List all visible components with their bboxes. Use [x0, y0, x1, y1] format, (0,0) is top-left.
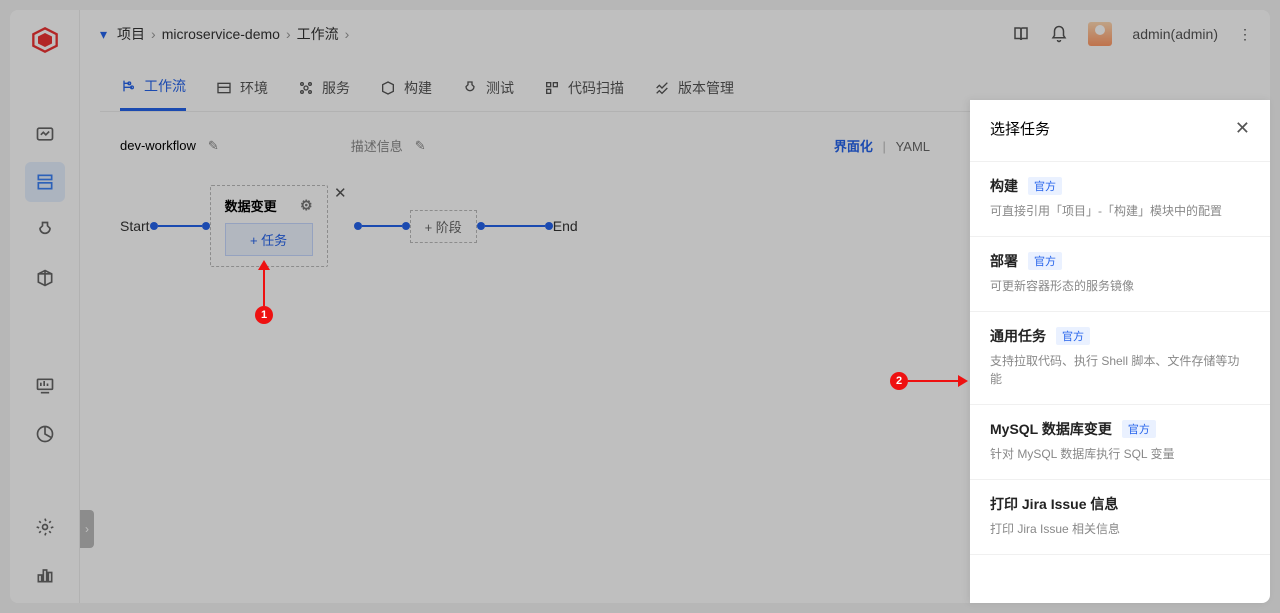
- breadcrumb-section[interactable]: 工作流: [297, 24, 339, 44]
- user-display[interactable]: admin(admin): [1132, 26, 1218, 42]
- task-desc: 打印 Jira Issue 相关信息: [990, 520, 1250, 538]
- desc-label: 描述信息: [351, 136, 403, 155]
- tab-test[interactable]: 测试: [462, 64, 514, 111]
- callout-arrow-2: 2: [890, 372, 968, 390]
- task-item[interactable]: 构建官方可直接引用「项目」-「构建」模块中的配置: [970, 161, 1270, 237]
- tab-version[interactable]: 版本管理: [654, 64, 734, 111]
- task-item[interactable]: 打印 Jira Issue 信息打印 Jira Issue 相关信息: [970, 480, 1270, 555]
- nav-stats[interactable]: [25, 555, 65, 595]
- task-panel: 选择任务 ✕ 构建官方可直接引用「项目」-「构建」模块中的配置部署官方可更新容器…: [970, 100, 1270, 603]
- official-badge: 官方: [1122, 420, 1156, 438]
- sidebar-collapse-handle[interactable]: ›: [80, 510, 94, 548]
- breadcrumb-dropdown-icon[interactable]: ▾: [100, 26, 107, 43]
- nav-item-4[interactable]: [25, 258, 65, 298]
- edit-name-icon[interactable]: ✎: [208, 138, 219, 154]
- official-badge: 官方: [1028, 177, 1062, 195]
- nav-item-2[interactable]: [25, 162, 65, 202]
- book-icon[interactable]: [1012, 25, 1030, 43]
- task-title: 构建: [990, 176, 1018, 196]
- panel-title: 选择任务: [990, 118, 1050, 139]
- task-desc: 针对 MySQL 数据库执行 SQL 变量: [990, 445, 1250, 463]
- sidebar: [10, 10, 80, 603]
- stage-box[interactable]: 数据变更⚙ ✕ + 任务: [210, 185, 328, 267]
- task-desc: 可更新容器形态的服务镜像: [990, 277, 1250, 295]
- gear-icon[interactable]: ⚙: [300, 197, 313, 214]
- close-icon[interactable]: ✕: [334, 184, 347, 202]
- tab-service[interactable]: 服务: [298, 64, 350, 111]
- task-title: 通用任务: [990, 326, 1046, 346]
- logo-icon: [31, 26, 59, 54]
- nav-settings[interactable]: [25, 507, 65, 547]
- callout-marker-1: 1: [255, 306, 273, 324]
- task-title: 打印 Jira Issue 信息: [990, 494, 1118, 514]
- edit-desc-icon[interactable]: ✎: [415, 138, 426, 154]
- tab-scan[interactable]: 代码扫描: [544, 64, 624, 111]
- nav-item-3[interactable]: [25, 210, 65, 250]
- task-desc: 支持拉取代码、执行 Shell 脚本、文件存储等功能: [990, 352, 1250, 388]
- mode-ui[interactable]: 界面化: [834, 139, 873, 154]
- tab-env[interactable]: 环境: [216, 64, 268, 111]
- tab-build[interactable]: 构建: [380, 64, 432, 111]
- breadcrumb-project[interactable]: microservice-demo: [162, 26, 280, 42]
- breadcrumb-root[interactable]: 项目: [117, 24, 145, 44]
- task-desc: 可直接引用「项目」-「构建」模块中的配置: [990, 202, 1250, 220]
- close-icon[interactable]: ✕: [1235, 118, 1250, 139]
- flow-end: End: [553, 218, 578, 234]
- callout-arrow-1: 1: [255, 260, 273, 324]
- callout-marker-2: 2: [890, 372, 908, 390]
- official-badge: 官方: [1028, 252, 1062, 270]
- nav-item-6[interactable]: [25, 414, 65, 454]
- task-title: 部署: [990, 251, 1018, 271]
- official-badge: 官方: [1056, 327, 1090, 345]
- header: ▾ 项目 › microservice-demo › 工作流 › admin(a…: [80, 10, 1270, 58]
- nav-item-5[interactable]: [25, 366, 65, 406]
- flow-start: Start: [120, 218, 150, 234]
- avatar[interactable]: [1088, 22, 1112, 46]
- stage-title: 数据变更: [225, 196, 277, 215]
- add-stage-button[interactable]: + 阶段: [410, 210, 477, 243]
- task-item[interactable]: 通用任务官方支持拉取代码、执行 Shell 脚本、文件存储等功能: [970, 312, 1270, 405]
- mode-yaml[interactable]: YAML: [896, 139, 930, 154]
- nav-item-1[interactable]: [25, 114, 65, 154]
- workflow-name: dev-workflow: [120, 138, 196, 153]
- task-title: MySQL 数据库变更: [990, 419, 1112, 439]
- task-item[interactable]: 部署官方可更新容器形态的服务镜像: [970, 237, 1270, 312]
- add-task-button[interactable]: + 任务: [225, 223, 313, 256]
- tab-workflow[interactable]: 工作流: [120, 64, 186, 111]
- menu-dots-icon[interactable]: ⋮: [1238, 26, 1250, 43]
- bell-icon[interactable]: [1050, 25, 1068, 43]
- task-item[interactable]: MySQL 数据库变更官方针对 MySQL 数据库执行 SQL 变量: [970, 405, 1270, 480]
